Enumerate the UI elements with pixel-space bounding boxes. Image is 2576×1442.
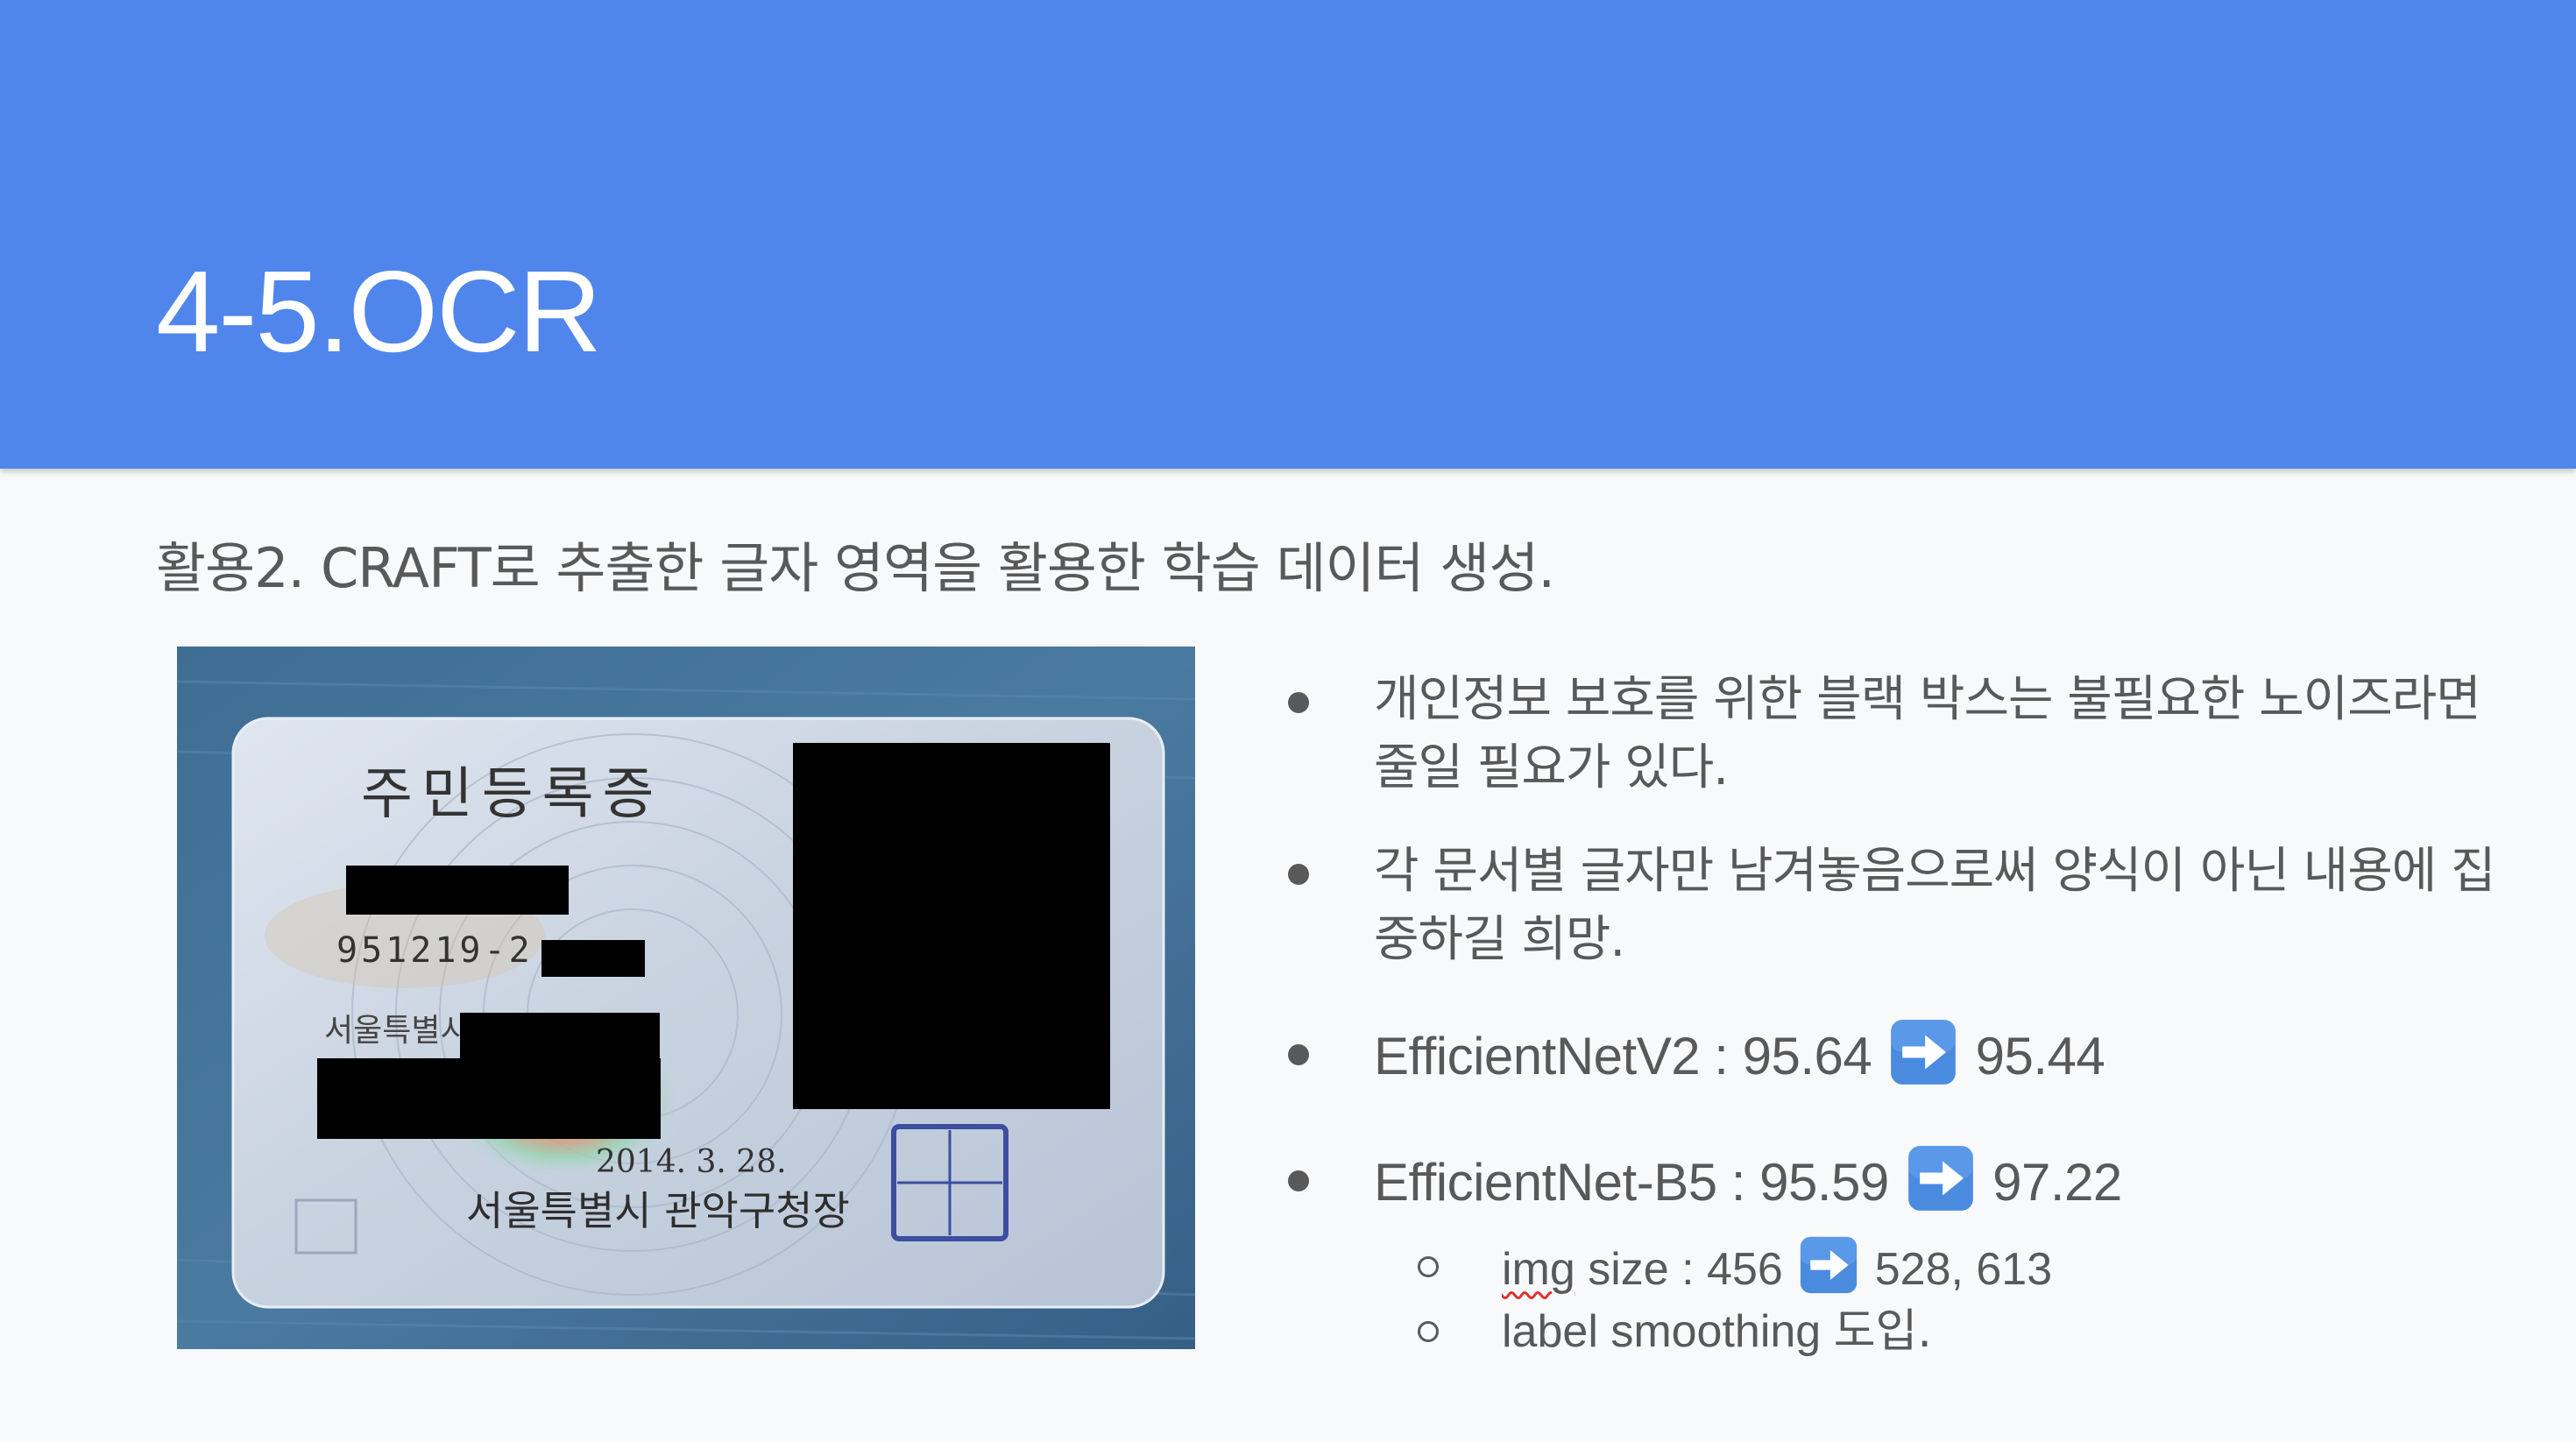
model-score-label: EfficientNet-B5 : 95.59 — [1374, 1153, 1889, 1212]
right-arrow-icon — [1801, 1236, 1858, 1294]
slide-title: 4-5.OCR — [156, 247, 602, 376]
redaction-id-suffix — [541, 940, 645, 977]
id-card-photo: 주민등록증 951219-2 서울특별시 관악구 2014. 3. 28. 서울… — [177, 647, 1195, 1349]
sub-bullet-label-kr: 도입. — [1833, 1305, 1932, 1358]
sub-bullet-label: label smoothing — [1502, 1306, 1834, 1357]
hollow-bullet-icon — [1418, 1321, 1439, 1342]
card-issue-date: 2014. 3. 28. — [596, 1144, 787, 1180]
card-title: 주민등록증 — [361, 762, 662, 827]
model-score-result: 97.22 — [1992, 1153, 2122, 1212]
bullet-dot-icon — [1288, 1170, 1309, 1191]
hollow-bullet-icon — [1418, 1256, 1439, 1277]
sub-bullet-result: 528, 613 — [1874, 1244, 2053, 1295]
redaction-name — [346, 866, 569, 915]
spellcheck-word: img — [1502, 1244, 1575, 1295]
bullet-dot-icon — [1288, 864, 1309, 885]
bullet-dot-icon — [1288, 1044, 1309, 1065]
sub-bullet-label: size : 456 — [1575, 1244, 1783, 1295]
title-banner: 4-5.OCR — [0, 0, 2576, 469]
slide: 4-5.OCR 활용2. CRAFT로 추출한 글자 영역을 활용한 학습 데이… — [0, 0, 2576, 1442]
model-score-result: 95.44 — [1975, 1027, 2105, 1085]
redaction-photo — [793, 743, 1110, 1109]
card-issuer: 서울특별시 관악구청장 — [466, 1187, 850, 1234]
right-arrow-icon — [1891, 1020, 1957, 1085]
bullet-text: 각 문서별 글자만 남겨놓음으로써 양식이 아닌 내용에 집중하길 희망. — [1374, 843, 2496, 968]
redaction-address-2 — [317, 1058, 661, 1139]
card-id-number: 951219-2 — [336, 930, 534, 971]
right-arrow-icon — [1908, 1146, 1973, 1211]
redaction-address-1 — [460, 1013, 660, 1065]
slide-subtitle: 활용2. CRAFT로 추출한 글자 영역을 활용한 학습 데이터 생성. — [156, 536, 1555, 600]
bullet-dot-icon — [1288, 692, 1309, 713]
model-score-label: EfficientNetV2 : 95.64 — [1374, 1027, 1872, 1085]
bullet-text: 개인정보 보호를 위한 블랙 박스는 불필요한 노이즈라면 줄일 필요가 있다. — [1374, 671, 2481, 796]
